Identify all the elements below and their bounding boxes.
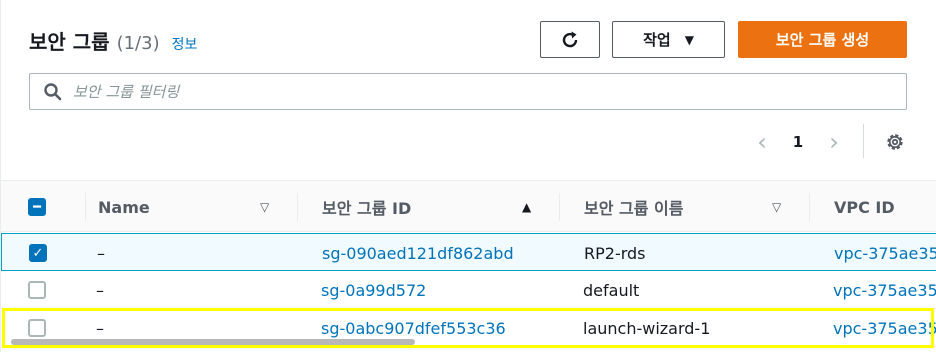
cell-vpc-id-link[interactable]: vpc-375ae35 [834, 234, 936, 272]
chevron-left-icon[interactable]: ‹ [749, 128, 775, 156]
actions-label: 작업 [643, 31, 671, 49]
row-checkbox-cell[interactable] [28, 271, 46, 309]
horizontal-scrollbar[interactable] [11, 339, 415, 345]
info-link[interactable]: 정보 [172, 34, 198, 54]
create-security-group-button[interactable]: 보안 그룹 생성 [738, 21, 907, 58]
check-icon: ✓ [32, 245, 44, 261]
select-all-checkbox[interactable]: ━ [28, 198, 46, 216]
column-divider [559, 193, 560, 221]
row-checkbox[interactable]: ✓ [29, 244, 47, 262]
column-divider [297, 193, 298, 221]
cell-group-name: launch-wizard-1 [583, 318, 711, 338]
cell-name: – [97, 243, 105, 263]
chevron-right-icon[interactable]: › [821, 128, 847, 156]
caret-down-icon: ▼ [684, 32, 694, 47]
column-divider [809, 193, 810, 221]
sort-caret-down-icon[interactable]: ▽ [260, 200, 269, 214]
sort-ascending-icon[interactable]: ▲ [522, 200, 531, 214]
actions-dropdown[interactable]: 작업 ▼ [612, 21, 725, 58]
row-checkbox[interactable] [28, 319, 46, 337]
page-number[interactable]: 1 [775, 133, 821, 151]
column-divider [85, 193, 86, 221]
table-row[interactable]: – sg-0a99d572 default vpc-375ae35 [1, 271, 936, 309]
selection-count: (1/3) [116, 33, 160, 54]
row-checkbox[interactable] [28, 281, 46, 299]
column-label: 보안 그룹 이름 [584, 199, 684, 218]
refresh-icon [562, 31, 578, 47]
filter-box[interactable] [29, 73, 907, 110]
page-title: 보안 그룹 [29, 30, 110, 54]
column-label: 보안 그룹 ID [322, 199, 412, 218]
sort-caret-down-icon[interactable]: ▽ [772, 200, 781, 214]
column-header-name[interactable]: Name ▽ [98, 181, 278, 233]
search-icon [44, 82, 62, 100]
table-row[interactable]: ✓ – sg-090aed121df862abd RP2-rds vpc-375… [1, 233, 936, 271]
security-groups-panel: 보안 그룹 (1/3) 정보 작업 ▼ 보안 그룹 생성 ‹ 1 › ━ [0, 0, 936, 352]
column-header-vpc-id[interactable]: VPC ID [834, 181, 895, 233]
filter-input[interactable] [73, 82, 873, 101]
cell-name: – [96, 280, 104, 300]
gear-icon[interactable] [884, 131, 906, 153]
cell-vpc-id-link[interactable]: vpc-375ae35 [833, 271, 936, 309]
cell-group-name: RP2-rds [584, 243, 646, 263]
row-checkbox-cell[interactable]: ✓ [29, 234, 47, 272]
pager-divider [863, 124, 864, 158]
cell-group-name: default [583, 280, 640, 300]
column-label: VPC ID [834, 197, 895, 217]
cell-vpc-id-link[interactable]: vpc-375ae35 [833, 309, 936, 347]
cell-group-id-link[interactable]: sg-0a99d572 [321, 271, 426, 309]
select-all-checkbox-cell[interactable]: ━ [28, 181, 46, 233]
table-header: ━ Name ▽ 보안 그룹 ID ▲ 보안 그룹 이름 ▽ VPC ID [1, 180, 936, 232]
pagination: ‹ 1 › [749, 127, 847, 157]
indeterminate-icon: ━ [33, 199, 41, 215]
cell-group-id-link[interactable]: sg-090aed121df862abd [322, 234, 514, 272]
column-header-group-id[interactable]: 보안 그룹 ID ▲ [322, 181, 542, 233]
column-label: Name [98, 197, 150, 217]
column-header-group-name[interactable]: 보안 그룹 이름 ▽ [584, 181, 794, 233]
refresh-button[interactable] [540, 21, 600, 58]
security-groups-table: ━ Name ▽ 보안 그룹 ID ▲ 보안 그룹 이름 ▽ VPC ID ✓ … [1, 180, 936, 347]
panel-header: 보안 그룹 (1/3) 정보 [29, 26, 197, 55]
